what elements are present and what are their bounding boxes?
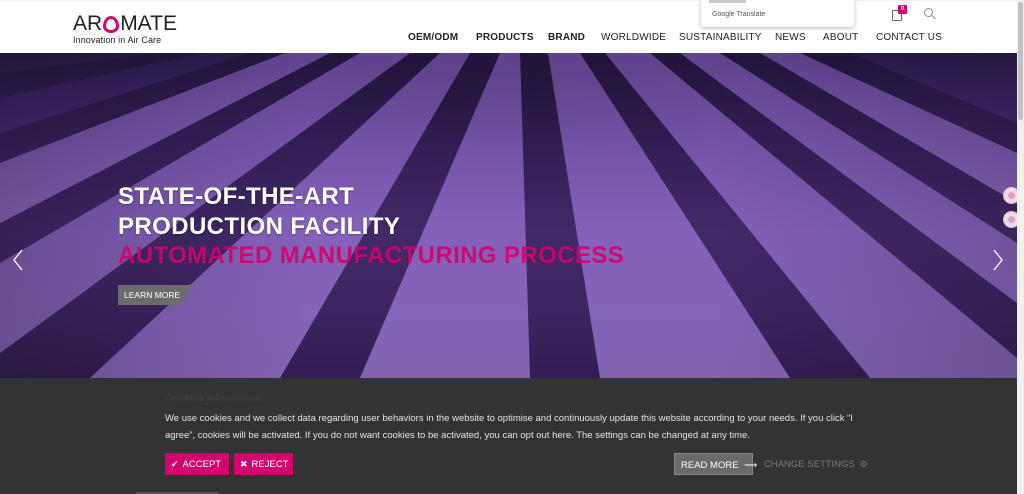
reject-label: REJECT	[251, 459, 289, 470]
accept-cookies-button[interactable]: ✔ ACCEPT	[165, 453, 229, 475]
hero-title-line-2: PRODUCTION FACILITY	[118, 213, 401, 240]
cart-count-badge: 0	[898, 5, 907, 14]
nav-products[interactable]: PRODUCTS	[476, 32, 534, 43]
chevron-left-icon[interactable]	[13, 249, 23, 271]
nav-brand[interactable]: BRAND	[548, 32, 585, 43]
hero-slider: STATE-OF-THE-ART PRODUCTION FACILITY AUT…	[0, 53, 1017, 378]
site-header: AR MATE Innovation in Air Care OEM/ODM PR…	[0, 0, 1024, 53]
change-settings-link[interactable]: CHANGE SETTINGS ⚙	[764, 453, 868, 475]
nav-sustainability[interactable]: SUSTAINABILITY	[679, 32, 762, 43]
nav-contact-us[interactable]: CONTACT US	[876, 32, 942, 43]
hero-title-line-1: STATE-OF-THE-ART	[118, 183, 355, 210]
google-translate-label: Google Translate	[712, 11, 766, 18]
reject-cookies-button[interactable]: ✖ REJECT	[234, 453, 293, 475]
scrollbar-thumb[interactable]	[1018, 2, 1023, 120]
logo-drop-icon	[103, 16, 120, 33]
hero-subtitle: AUTOMATED MANUFACTURING PROCESS	[118, 242, 625, 269]
gear-icon: ⚙	[859, 459, 868, 469]
search-icon[interactable]	[924, 8, 937, 20]
logo-text-right: MATE	[120, 12, 177, 35]
main-nav: OEM/ODM PRODUCTS BRAND WORLDWIDE SUSTAIN…	[0, 32, 1024, 46]
arrow-right-icon: ⟶	[744, 460, 758, 470]
read-more-label: READ MORE	[681, 460, 739, 471]
check-icon: ✔	[171, 459, 179, 469]
cookie-text: We use cookies and we collect data regar…	[165, 413, 853, 441]
translate-tab-indicator	[709, 0, 746, 3]
accept-label: ACCEPT	[182, 459, 222, 470]
close-icon: ✖	[240, 459, 248, 469]
side-floating-button-1[interactable]	[1003, 187, 1017, 204]
cookie-title: Cookies Information	[165, 393, 262, 404]
nav-news[interactable]: NEWS	[775, 32, 806, 43]
logo-text-left: AR	[73, 12, 103, 35]
google-translate-widget[interactable]: Google Translate	[701, 0, 854, 27]
nav-oem-odm[interactable]: OEM/ODM	[408, 32, 458, 43]
chevron-right-icon[interactable]	[993, 249, 1003, 271]
nav-about[interactable]: ABOUT	[823, 32, 858, 43]
change-settings-label: CHANGE SETTINGS	[764, 459, 855, 470]
learn-more-button[interactable]: LEARN MORE	[118, 285, 192, 305]
read-more-button[interactable]: READ MORE ⟶	[674, 453, 757, 475]
side-floating-button-2[interactable]	[1003, 211, 1017, 228]
nav-worldwide[interactable]: WORLDWIDE	[601, 32, 666, 43]
cookie-banner: Cookies Information We use cookies and w…	[0, 378, 1017, 494]
